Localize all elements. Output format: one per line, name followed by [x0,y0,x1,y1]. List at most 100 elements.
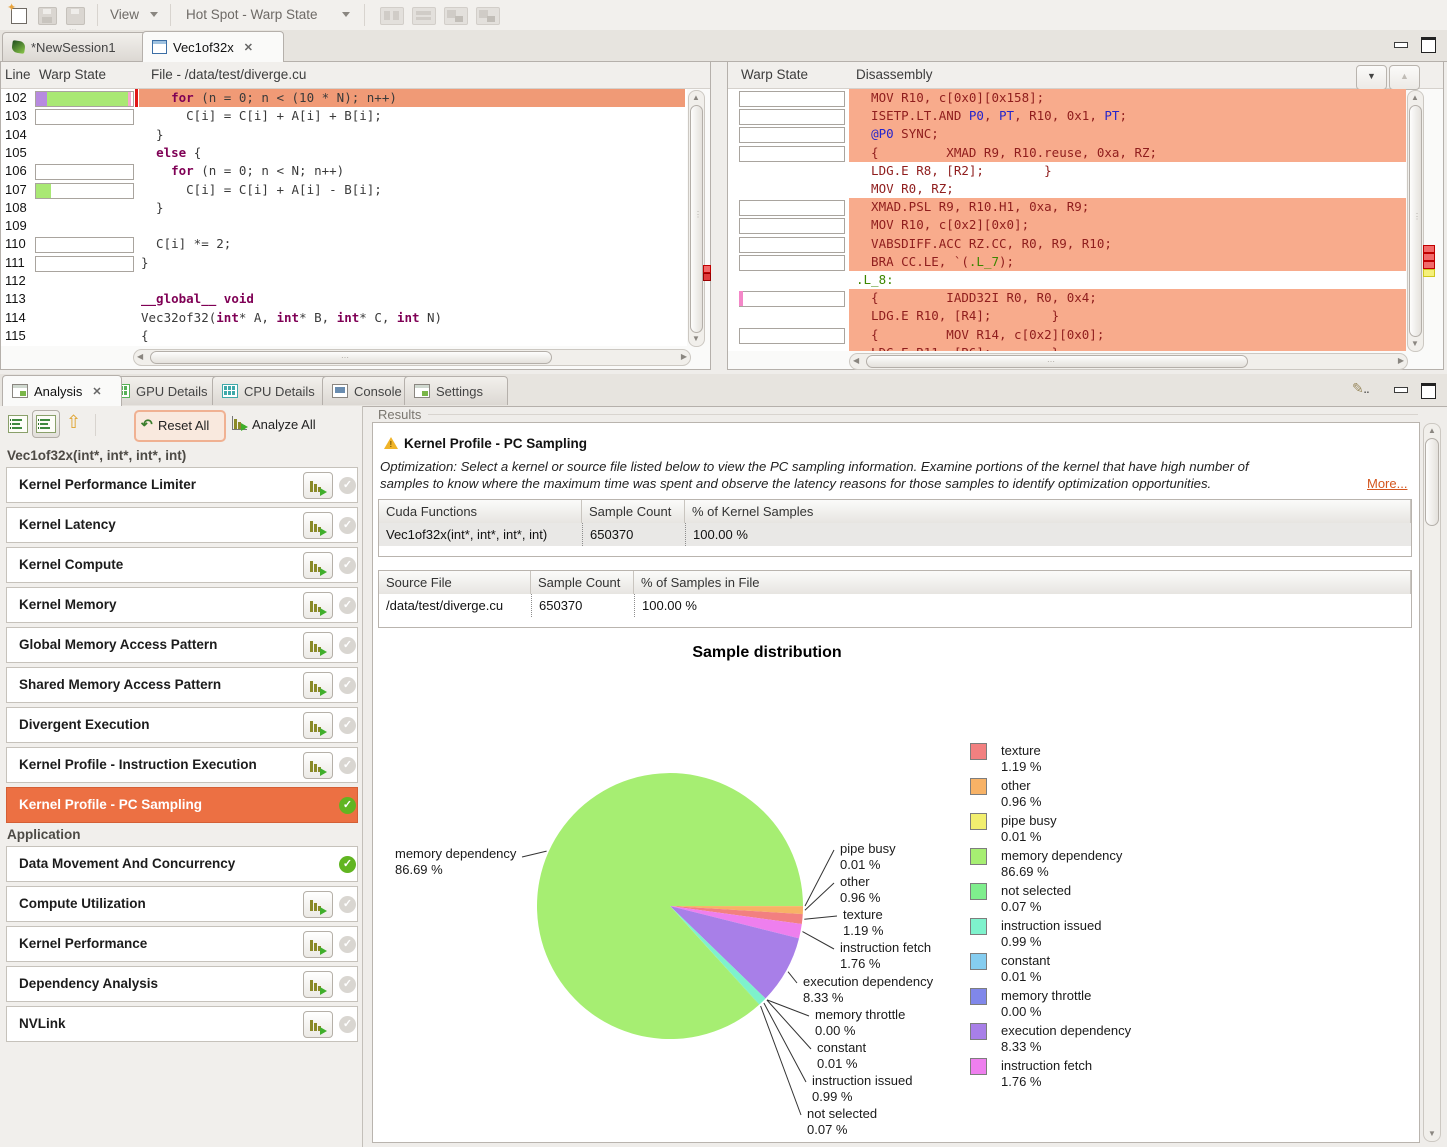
table-column-header[interactable]: Sample Count [582,500,685,523]
tab-vec1of32x[interactable]: Vec1of32x✕ [142,31,284,62]
maximize-icon[interactable] [1421,37,1436,53]
analysis-item-divergent-execution[interactable]: Divergent Execution✓ [6,707,358,743]
next-hotspot-button[interactable]: ▼ [1356,65,1387,90]
source-vscrollbar[interactable]: ▲ ⋮ ▼ [688,90,705,347]
tab-settings[interactable]: Settings [404,376,508,405]
view-menu-icon[interactable]: ✎.. [1352,380,1369,397]
source-line[interactable]: 113__global__ void [1,290,687,308]
analysis-item-global-memory-access-pattern[interactable]: Global Memory Access Pattern✓ [6,627,358,663]
run-analysis-button[interactable] [303,712,333,739]
disasm-row[interactable]: { IADD32I R0, R0, 0x4; [728,289,1406,307]
run-analysis-button[interactable] [303,891,333,918]
source-line[interactable]: 111} [1,254,687,272]
analysis-item-kernel-compute[interactable]: Kernel Compute✓ [6,547,358,583]
minimize-icon[interactable] [1394,42,1408,48]
source-line[interactable]: 103 C[i] = C[i] + A[i] + B[i]; [1,107,687,125]
source-line[interactable]: 114Vec32of32(int* A, int* B, int* C, int… [1,309,687,327]
disassembly-area[interactable]: MOV R10, c[0x0][0x158]; ISETP.LT.AND P0,… [728,89,1406,351]
results-vscroll-thumb[interactable] [1425,438,1439,526]
table-column-header[interactable]: Sample Count [531,571,634,594]
table-cell[interactable]: /data/test/diverge.cu [379,594,531,617]
disasm-hscroll-thumb[interactable]: ⋯ [866,355,1248,368]
close-icon[interactable]: ✕ [92,385,101,398]
source-hscrollbar[interactable]: ◀ ⋯ ▶ [133,349,691,366]
prev-hotspot-button[interactable]: ▲ [1389,65,1420,90]
table-cell[interactable]: 100.00 % [685,523,1411,546]
source-vscroll-thumb[interactable]: ⋮ [690,105,703,333]
disasm-row[interactable]: MOV R0, RZ; [728,180,1406,198]
results-vscrollbar[interactable]: ▲ ▼ [1423,423,1441,1142]
run-analysis-button[interactable] [303,592,333,619]
source-line[interactable]: 102 for (n = 0; n < (10 * N); n++) [1,89,687,107]
panel-minimize-icon[interactable] [1394,387,1408,393]
disasm-row[interactable]: VABSDIFF.ACC RZ.CC, R0, R9, R10; [728,235,1406,253]
save-icon[interactable] [38,7,57,25]
analysis-item-shared-memory-access-pattern[interactable]: Shared Memory Access Pattern✓ [6,667,358,703]
table-column-header[interactable]: Cuda Functions [379,500,582,523]
source-hscroll-thumb[interactable]: ⋯ [150,351,552,364]
source-line[interactable]: 109 [1,217,687,235]
disasm-row[interactable]: ISETP.LT.AND P0, PT, R10, 0x1, PT; [728,107,1406,125]
run-analysis-button[interactable] [303,1011,333,1038]
tab--newsession1[interactable]: *NewSession1 [2,32,160,61]
run-analysis-button[interactable] [303,632,333,659]
hotspot-menu[interactable]: Hot Spot - Warp State [186,7,318,22]
disasm-row[interactable]: LDG.E R10, [R4]; } [728,307,1406,325]
source-line[interactable]: 106 for (n = 0; n < N; n++) [1,162,687,180]
run-analysis-button[interactable] [303,931,333,958]
analysis-item-dependency-analysis[interactable]: Dependency Analysis✓ [6,966,358,1002]
table-cell[interactable]: 100.00 % [634,594,1411,617]
table-column-header[interactable]: % of Samples in File [634,571,1411,594]
analysis-item-kernel-memory[interactable]: Kernel Memory✓ [6,587,358,623]
table-column-header[interactable]: % of Kernel Samples [685,500,1411,523]
run-analysis-button[interactable] [303,752,333,779]
up-level-icon[interactable]: ⇧ [66,412,81,433]
analysis-item-kernel-performance[interactable]: Kernel Performance✓ [6,926,358,962]
source-line[interactable]: 112 [1,272,687,290]
source-line[interactable]: 108 } [1,199,687,217]
analysis-item-data-movement-and-concurrency[interactable]: Data Movement And Concurrency✓ [6,846,358,882]
disasm-row[interactable]: @P0 SYNC; [728,125,1406,143]
analysis-item-nvlink[interactable]: NVLink✓ [6,1006,358,1042]
disasm-row[interactable]: MOV R10, c[0x0][0x158]; [728,89,1406,107]
run-analysis-button[interactable] [303,552,333,579]
disasm-row[interactable]: MOV R10, c[0x2][0x0]; [728,216,1406,234]
disasm-row[interactable]: BRA CC.LE, `(.L_7); [728,253,1406,271]
analysis-item-kernel-latency[interactable]: Kernel Latency✓ [6,507,358,543]
source-code-area[interactable]: 102 for (n = 0; n < (10 * N); n++)103 C[… [1,89,687,346]
analyze-all-button[interactable]: Analyze All [232,414,342,438]
run-analysis-button[interactable] [303,672,333,699]
disasm-row[interactable]: { XMAD R9, R10.reuse, 0xa, RZ; [728,144,1406,162]
run-analysis-button[interactable] [303,472,333,499]
disasm-hscrollbar[interactable]: ◀ ⋯ ▶ [849,353,1408,370]
disasm-vscroll-thumb[interactable]: ⋮ [1409,105,1422,337]
panel-maximize-icon[interactable] [1421,383,1436,399]
source-line[interactable]: 107 C[i] = C[i] + A[i] - B[i]; [1,181,687,199]
disasm-vscrollbar[interactable]: ▲ ⋮ ▼ [1407,90,1424,352]
table-cell[interactable]: Vec1of32x(int*, int*, int*, int) [379,523,582,546]
source-line[interactable]: 115{ [1,327,687,345]
tab-cpu-details[interactable]: CPU Details [212,376,340,405]
disasm-row[interactable]: XMAD.PSL R9, R10.H1, 0xa, R9; [728,198,1406,216]
table-cell[interactable]: 650370 [531,594,634,617]
more-link[interactable]: More... [1367,476,1407,491]
table-column-header[interactable]: Source File [379,571,531,594]
new-session-icon[interactable]: ✦ [8,5,28,24]
source-line[interactable]: 105 else { [1,144,687,162]
tab-analysis[interactable]: Analysis✕ [2,375,122,406]
analysis-item-kernel-performance-limiter[interactable]: Kernel Performance Limiter✓ [6,467,358,503]
source-line[interactable]: 110 C[i] *= 2; [1,235,687,253]
analysis-item-kernel-profile-pc-sampling[interactable]: Kernel Profile - PC Sampling✓ [6,787,358,823]
table-cell[interactable]: 650370 [582,523,685,546]
analysis-item-kernel-profile-instruction-execution[interactable]: Kernel Profile - Instruction Execution✓ [6,747,358,783]
expand-list-icon[interactable] [8,415,28,433]
disasm-row[interactable]: LDG.E R8, [R2]; } [728,162,1406,180]
disasm-row[interactable]: LDG.E R11, [R6]; } [728,344,1406,351]
source-line[interactable]: 104 } [1,126,687,144]
run-analysis-button[interactable] [303,971,333,998]
view-menu[interactable]: View [110,7,139,22]
disasm-row[interactable]: { MOV R14, c[0x2][0x0]; [728,326,1406,344]
disasm-row[interactable]: .L_8: [728,271,1406,289]
save-as-icon[interactable]: ... [66,7,85,25]
collapse-list-icon[interactable] [32,410,60,438]
